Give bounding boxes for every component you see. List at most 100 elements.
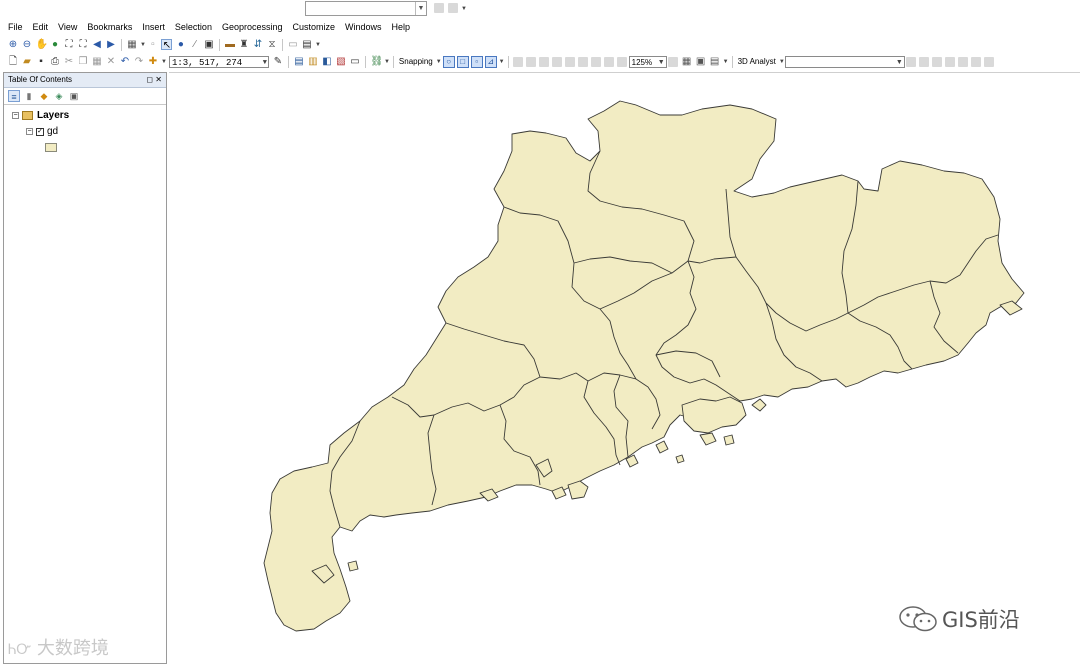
- auto-hide-icon[interactable]: ◻: [146, 75, 153, 84]
- chevron-down-icon[interactable]: ▼: [658, 57, 665, 68]
- focus-data-frame-icon[interactable]: ▦: [681, 56, 692, 67]
- identify-icon[interactable]: ●: [175, 39, 186, 50]
- catalog-icon[interactable]: ▥: [307, 56, 318, 67]
- layout-back-icon[interactable]: [604, 56, 615, 67]
- layout-fixed-zoom-in-icon[interactable]: [578, 56, 589, 67]
- table-of-contents-icon[interactable]: ▤: [293, 56, 304, 67]
- search-window-icon[interactable]: ◧: [321, 56, 332, 67]
- list-by-source-icon[interactable]: ▮: [23, 90, 35, 102]
- editor-toolbar-icon[interactable]: ✎: [272, 56, 283, 67]
- open-folder-icon[interactable]: ▰: [22, 56, 33, 67]
- pencil-icon[interactable]: ∕: [189, 39, 200, 50]
- layer-symbol-row[interactable]: [45, 143, 57, 152]
- menu-file[interactable]: File: [0, 22, 28, 32]
- toggle-draft-mode-icon[interactable]: [668, 56, 679, 67]
- python-window-icon[interactable]: ▭: [349, 56, 360, 67]
- 3d-tool-icon[interactable]: [932, 56, 943, 67]
- map-scale-input[interactable]: 1:3, 517, 274 ▼: [168, 55, 269, 69]
- chevron-down-icon[interactable]: ▼: [723, 59, 729, 65]
- find-icon[interactable]: ♜: [238, 39, 249, 50]
- polygon-symbol-swatch[interactable]: [45, 143, 57, 152]
- print-icon[interactable]: ⎙: [50, 56, 61, 67]
- zoom-out-icon[interactable]: ⊖: [22, 39, 33, 50]
- fixed-zoom-out-icon[interactable]: ⛶: [78, 39, 89, 50]
- 3d-tool-icon[interactable]: [971, 56, 982, 67]
- snapping-menu[interactable]: Snapping: [397, 57, 435, 66]
- top-dropdown[interactable]: ▼: [305, 1, 427, 16]
- end-snapping-icon[interactable]: □: [456, 55, 469, 68]
- list-by-drawing-order-icon[interactable]: ≡: [8, 90, 20, 102]
- menu-geoprocessing[interactable]: Geoprocessing: [217, 22, 288, 32]
- point-snapping-icon[interactable]: ○: [442, 55, 455, 68]
- pan-icon[interactable]: ✋: [36, 39, 48, 50]
- undo-icon[interactable]: ↶: [120, 56, 131, 67]
- 3d-analyst-menu[interactable]: 3D Analyst: [736, 57, 778, 66]
- guangdong-map[interactable]: [169, 73, 1080, 665]
- modelbuilder-icon[interactable]: ⛓: [370, 56, 383, 67]
- 3d-tool-icon[interactable]: [984, 56, 995, 67]
- fixed-zoom-in-icon[interactable]: ⛶: [64, 39, 75, 50]
- close-icon[interactable]: ✕: [155, 75, 162, 84]
- chevron-down-icon[interactable]: ▼: [315, 42, 321, 48]
- arctoolbox-icon[interactable]: ▧: [335, 56, 346, 67]
- 3d-tool-icon[interactable]: [919, 56, 930, 67]
- menu-bookmarks[interactable]: Bookmarks: [82, 22, 137, 32]
- tool-icon[interactable]: [447, 3, 458, 13]
- chevron-down-icon[interactable]: ▼: [436, 59, 442, 65]
- clear-selection-icon[interactable]: ▫: [147, 39, 158, 50]
- layout-pan-icon[interactable]: [539, 56, 550, 67]
- chevron-down-icon[interactable]: ▼: [896, 57, 903, 68]
- layout-zoom-out-icon[interactable]: [526, 56, 537, 67]
- layout-forward-icon[interactable]: [617, 56, 628, 67]
- menu-edit[interactable]: Edit: [28, 22, 54, 32]
- chevron-down-icon[interactable]: ▼: [140, 42, 146, 48]
- add-data-icon[interactable]: ✚: [148, 56, 159, 67]
- chevron-down-icon[interactable]: ▼: [263, 57, 267, 69]
- layout-zoom-in-icon[interactable]: [513, 56, 524, 67]
- overview-icon[interactable]: ▤: [301, 39, 312, 50]
- zoom-percent-input[interactable]: 125% ▼: [628, 55, 667, 68]
- menu-windows[interactable]: Windows: [340, 22, 387, 32]
- layers-dataframe-row[interactable]: − Layers: [12, 110, 69, 121]
- zoom-in-icon[interactable]: ⊕: [8, 39, 19, 50]
- layer-visibility-checkbox[interactable]: ✓: [36, 127, 44, 136]
- collapse-icon[interactable]: −: [26, 128, 33, 135]
- menu-help[interactable]: Help: [387, 22, 416, 32]
- menu-selection[interactable]: Selection: [170, 22, 217, 32]
- map-display[interactable]: [169, 72, 1080, 665]
- delete-icon[interactable]: ✕: [106, 56, 117, 67]
- 3d-tool-icon[interactable]: [906, 56, 917, 67]
- chevron-down-icon[interactable]: ▼: [161, 59, 167, 65]
- 3d-analyst-layer-select[interactable]: ▼: [784, 55, 905, 68]
- chevron-down-icon[interactable]: ▼: [384, 59, 390, 65]
- list-by-visibility-icon[interactable]: ◆: [38, 90, 50, 102]
- tool-icon[interactable]: [433, 3, 444, 13]
- menu-view[interactable]: View: [53, 22, 82, 32]
- redo-icon[interactable]: ↷: [134, 56, 145, 67]
- chevron-down-icon[interactable]: ▼: [499, 59, 505, 65]
- menu-customize[interactable]: Customize: [288, 22, 341, 32]
- paste-icon[interactable]: ▦: [92, 56, 103, 67]
- new-document-icon[interactable]: 🗋: [8, 56, 19, 67]
- cut-icon[interactable]: ✂: [64, 56, 75, 67]
- layer-row-gd[interactable]: − ✓ gd: [26, 126, 58, 137]
- overflow-icon[interactable]: ▼: [461, 6, 467, 12]
- menu-insert[interactable]: Insert: [137, 22, 170, 32]
- data-driven-pages-icon[interactable]: ▤: [709, 56, 720, 67]
- layout-zoom-100-icon[interactable]: [565, 56, 576, 67]
- save-icon[interactable]: ▪: [36, 56, 47, 67]
- back-extent-icon[interactable]: ◀: [92, 39, 103, 50]
- collapse-icon[interactable]: −: [12, 112, 19, 119]
- 3d-tool-icon[interactable]: [945, 56, 956, 67]
- viewer-window-icon[interactable]: ▭: [287, 39, 298, 50]
- html-popup-icon[interactable]: ▣: [203, 39, 214, 50]
- copy-icon[interactable]: ❐: [78, 56, 89, 67]
- layout-zoom-whole-icon[interactable]: [552, 56, 563, 67]
- time-slider-icon[interactable]: ⧖: [266, 39, 277, 50]
- options-icon[interactable]: ▣: [68, 90, 80, 102]
- select-features-icon[interactable]: ▦: [127, 39, 138, 50]
- 3d-tool-icon[interactable]: [958, 56, 969, 67]
- go-to-xy-icon[interactable]: ⇵: [252, 39, 263, 50]
- list-by-selection-icon[interactable]: ◈: [53, 90, 65, 102]
- change-layout-icon[interactable]: ▣: [695, 56, 706, 67]
